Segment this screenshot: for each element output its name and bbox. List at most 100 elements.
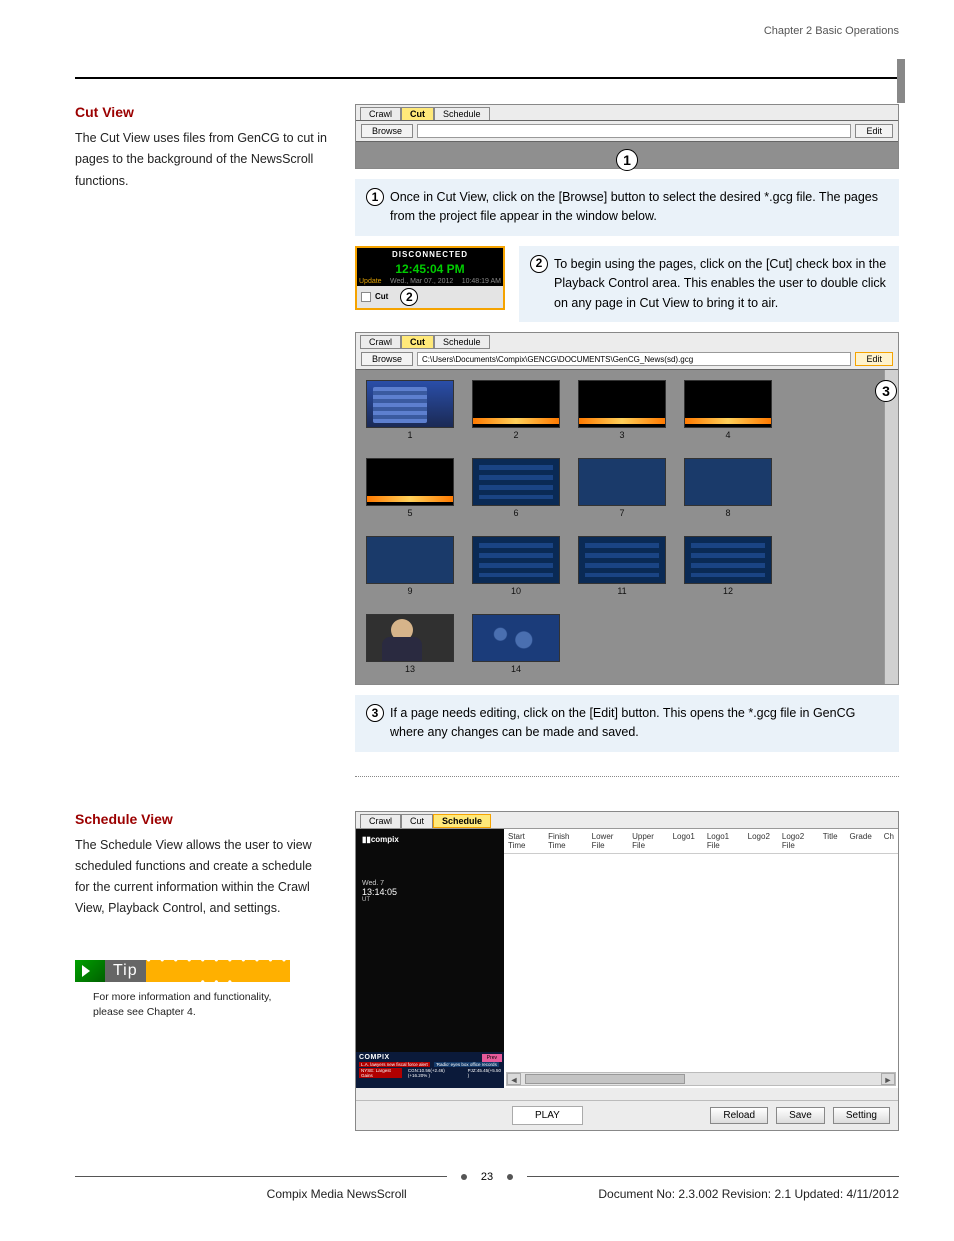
- ticker-a: L.A. lawyers new fiscal force alert: [359, 1062, 430, 1067]
- file-path-field[interactable]: C:\Users\Documents\Compix\GENCG\DOCUMENT…: [417, 352, 851, 366]
- page-number: 23: [481, 1171, 493, 1183]
- pbk-update-label: Update: [359, 278, 382, 285]
- step1-note: 1 Once in Cut View, click on the [Browse…: [355, 179, 899, 236]
- col-title: Title: [823, 832, 838, 850]
- tab-cut[interactable]: Cut: [401, 107, 434, 120]
- col-lower: Lower File: [592, 832, 620, 850]
- tip-box: Tip • • • • • • • • • • • • • • For more…: [75, 960, 290, 1022]
- edit-button[interactable]: Edit: [855, 124, 893, 138]
- edit-button-2[interactable]: Edit: [855, 352, 893, 366]
- scrollbar-v[interactable]: [884, 370, 898, 684]
- thumb-label: 10: [472, 584, 560, 596]
- page-thumb[interactable]: [366, 536, 454, 584]
- ticker-e: PJZ:45.45(+5.50 ): [468, 1068, 501, 1078]
- thumb-label: 1: [366, 428, 454, 440]
- page-thumb[interactable]: [578, 536, 666, 584]
- page-thumb[interactable]: [578, 380, 666, 428]
- schedule-columns: Start Time Finish Time Lower File Upper …: [504, 829, 898, 854]
- tab-schedule[interactable]: Schedule: [434, 107, 490, 120]
- thumb-label: 7: [578, 506, 666, 518]
- fig-schedule-view: Crawl Cut Schedule ▮▮compix Wed. 7 13:14…: [355, 811, 899, 1131]
- cut-view-intro: The Cut View uses files from GenCG to cu…: [75, 128, 330, 192]
- page-thumb[interactable]: [472, 614, 560, 662]
- thumb-label: 9: [366, 584, 454, 596]
- prev-button[interactable]: Prev: [482, 1054, 502, 1062]
- col-start: Start Time: [508, 832, 536, 850]
- col-logo1: Logo1: [673, 832, 695, 850]
- tip-icon: [75, 960, 105, 982]
- step1-text: Once in Cut View, click on the [Browse] …: [390, 188, 888, 227]
- thumb-label: 6: [472, 506, 560, 518]
- tab-cut-2[interactable]: Cut: [401, 335, 434, 349]
- step3-note: 3 If a page needs editing, click on the …: [355, 695, 899, 752]
- pbk-time: 12:45:04 PM: [357, 261, 503, 277]
- browse-button[interactable]: Browse: [361, 124, 413, 138]
- scroll-right-arrow[interactable]: ►: [881, 1073, 895, 1085]
- callout-2-marker: 2: [400, 288, 418, 306]
- section-divider: [355, 776, 899, 777]
- col-upper: Upper File: [632, 832, 660, 850]
- play-button[interactable]: PLAY: [512, 1106, 583, 1125]
- chapter-header: Chapter 2 Basic Operations: [75, 25, 899, 47]
- tab-schedule-3[interactable]: Schedule: [433, 814, 491, 828]
- col-logo1file: Logo1 File: [707, 832, 736, 850]
- header-rule-tab: [897, 59, 905, 103]
- browse-button-2[interactable]: Browse: [361, 352, 413, 366]
- page-thumb[interactable]: [472, 458, 560, 506]
- page-thumb[interactable]: [366, 380, 454, 428]
- schedule-heading: Schedule View: [75, 811, 330, 827]
- ticker-b: ‘Radio’ eyes box office records: [434, 1062, 499, 1067]
- tab-crawl-3[interactable]: Crawl: [360, 814, 401, 828]
- file-path-field-empty[interactable]: [417, 124, 851, 138]
- scroll-left-arrow[interactable]: ◄: [507, 1073, 521, 1085]
- callout-1-marker: 1: [616, 149, 638, 171]
- thumb-label: 2: [472, 428, 560, 440]
- ticker-d: CGN:10.56(+2.46)(+16.20% ): [406, 1068, 464, 1078]
- preview-day: Wed. 7: [362, 880, 498, 887]
- scroll-thumb[interactable]: [525, 1074, 685, 1084]
- tab-schedule-2[interactable]: Schedule: [434, 335, 490, 349]
- reload-button[interactable]: Reload: [710, 1107, 768, 1124]
- cut-view-heading: Cut View: [75, 104, 330, 120]
- page-thumb[interactable]: [578, 458, 666, 506]
- page-thumb[interactable]: [472, 536, 560, 584]
- preview-lower-third: Prev COMPIX L.A. lawyers new fiscal forc…: [356, 1052, 504, 1088]
- preview-time: 13:14:05: [362, 887, 498, 897]
- pbk-status: DISCONNECTED: [357, 248, 503, 261]
- thumb-label: 3: [578, 428, 666, 440]
- thumb-label: 5: [366, 506, 454, 518]
- step2-note: 2 To begin using the pages, click on the…: [519, 246, 899, 322]
- page-thumb[interactable]: [366, 458, 454, 506]
- cut-checkbox-label: Cut: [375, 292, 388, 301]
- thumb-label: 11: [578, 584, 666, 596]
- col-logo2file: Logo2 File: [782, 832, 811, 850]
- preview-logo-text: compix: [371, 835, 399, 844]
- page-thumb[interactable]: [684, 458, 772, 506]
- setting-button[interactable]: Setting: [833, 1107, 890, 1124]
- tab-crawl[interactable]: Crawl: [360, 107, 401, 120]
- pbk-update-time: 10:48:19 AM: [462, 278, 501, 285]
- tab-crawl-2[interactable]: Crawl: [360, 335, 401, 349]
- callout-3-marker: 3: [875, 380, 897, 402]
- preview-brand: COMPIX: [359, 1054, 501, 1061]
- scrollbar-h[interactable]: ◄ ►: [506, 1072, 896, 1086]
- tip-dots-icon: • • • • • • • • • • • • • •: [146, 949, 290, 993]
- thumb-label: 13: [366, 662, 454, 674]
- col-ch: Ch: [884, 832, 894, 850]
- pbk-update-date: Wed., Mar 07., 2012: [390, 278, 453, 285]
- page-thumb[interactable]: [684, 380, 772, 428]
- footer-docline: Document No: 2.3.002 Revision: 2.1 Updat…: [598, 1187, 899, 1201]
- col-grade: Grade: [850, 832, 872, 850]
- thumb-label: 8: [684, 506, 772, 518]
- playback-control-panel: DISCONNECTED 12:45:04 PM Update Wed., Ma…: [355, 246, 505, 310]
- page-thumb[interactable]: [472, 380, 560, 428]
- page-thumb[interactable]: [366, 614, 454, 662]
- page-thumb[interactable]: [684, 536, 772, 584]
- tip-label: Tip: [105, 960, 146, 982]
- fig-cutview-thumbs: Crawl Cut Schedule Browse C:\Users\Docum…: [355, 332, 899, 685]
- step2-text: To begin using the pages, click on the […: [554, 255, 888, 313]
- footer-product: Compix Media NewsScroll: [267, 1187, 407, 1201]
- save-button[interactable]: Save: [776, 1107, 825, 1124]
- cut-checkbox[interactable]: [361, 292, 371, 302]
- tab-cut-3[interactable]: Cut: [401, 814, 433, 828]
